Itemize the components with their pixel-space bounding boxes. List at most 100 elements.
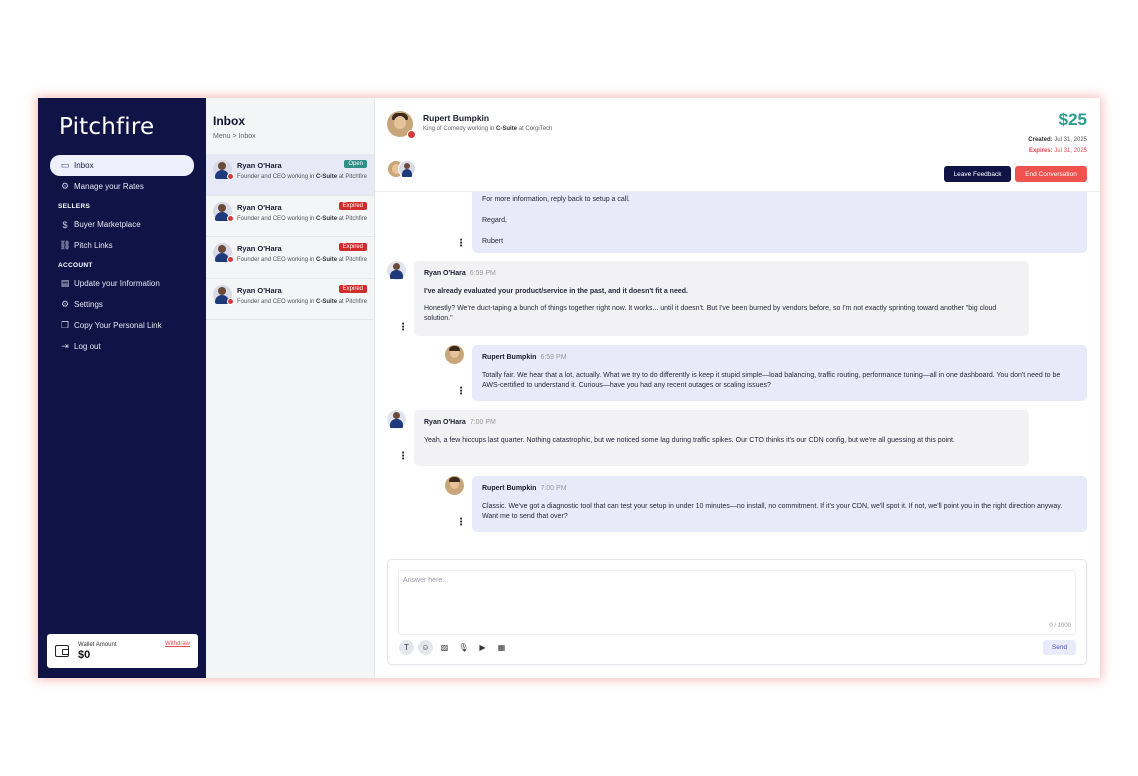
conversation-item[interactable]: Ryan O'Hara Founder and CEO working in C… bbox=[206, 154, 374, 196]
send-button[interactable]: Send bbox=[1043, 640, 1076, 655]
wallet-icon bbox=[55, 645, 69, 657]
video-icon[interactable]: ▶ bbox=[475, 640, 490, 655]
conversation-item[interactable]: Ryan O'Hara Founder and CEO working in C… bbox=[206, 196, 374, 237]
sidebar-item-label: Copy Your Personal Link bbox=[74, 321, 162, 330]
image-icon[interactable]: ▨ bbox=[437, 640, 452, 655]
message-options-button[interactable]: ⋮ bbox=[398, 323, 408, 333]
message-text: Yeah, a few hiccups last quarter. Nothin… bbox=[424, 437, 955, 444]
message-bubble: Rupert Bumpkin 7:00 PM Classic. We've got… bbox=[472, 476, 1087, 532]
leave-feedback-button[interactable]: Leave Feedback bbox=[944, 166, 1011, 182]
app-window: Pitchfire ▭ Inbox ⚙ Manage your Rates SE… bbox=[38, 98, 1100, 678]
emoji-icon[interactable]: ☺ bbox=[418, 640, 433, 655]
status-badge: Expired bbox=[338, 243, 367, 251]
contact-name: Rupert Bumpkin bbox=[423, 113, 490, 123]
sidebar-item-label: Log out bbox=[74, 342, 101, 351]
conversation-subtitle: Founder and CEO working in C-Suite at Pi… bbox=[237, 174, 368, 180]
sidebar-item-update-info[interactable]: ▤ Update your Information bbox=[50, 273, 194, 294]
sidebar-item-settings[interactable]: ⚙ Settings bbox=[50, 294, 194, 315]
sidebar-item-copy-link[interactable]: ❐ Copy Your Personal Link bbox=[50, 315, 194, 336]
message-meta: Ryan O'Hara 7:00 PM bbox=[424, 419, 496, 426]
message-text: Classic. We've got a diagnostic tool tha… bbox=[482, 503, 1063, 520]
message-list[interactable]: For more information, reply back to setu… bbox=[375, 192, 1100, 549]
wallet-card: Wallet Amount $0 Withdraw bbox=[47, 634, 198, 668]
dollar-icon: $ bbox=[62, 219, 68, 230]
chat-panel: Rupert Bumpkin King of Comedy working in… bbox=[375, 98, 1100, 678]
status-badge: Open bbox=[344, 160, 367, 168]
page-title: Inbox bbox=[213, 114, 245, 128]
message-bubble: For more information, reply back to setu… bbox=[472, 192, 1087, 253]
message-meta: Rupert Bumpkin 7:00 PM bbox=[482, 485, 567, 492]
avatar bbox=[387, 410, 406, 429]
message-bubble: Ryan O'Hara 6:59 PM I've already evaluate… bbox=[414, 261, 1029, 336]
message-text: Regard, bbox=[482, 217, 507, 224]
message-options-button[interactable]: ⋮ bbox=[456, 387, 466, 397]
withdraw-link[interactable]: Withdraw bbox=[165, 641, 190, 647]
section-account: ACCOUNT bbox=[58, 262, 93, 269]
sidebar-item-label: Settings bbox=[74, 300, 103, 309]
conversation-subtitle: Founder and CEO working in C-Suite at Pi… bbox=[237, 257, 368, 263]
sidebar-item-label: Inbox bbox=[74, 161, 94, 170]
expires-date: Expires: Jul 31, 2025 bbox=[1028, 148, 1087, 154]
avatar bbox=[398, 160, 416, 178]
conversation-item[interactable]: Ryan O'Hara Founder and CEO working in C… bbox=[206, 279, 374, 320]
avatar bbox=[213, 160, 234, 180]
conversation-item[interactable]: Ryan O'Hara Founder and CEO working in C… bbox=[206, 237, 374, 279]
message-text: Honestly? We're duct-taping a bunch of t… bbox=[424, 305, 997, 322]
sidebar-item-inbox[interactable]: ▭ Inbox bbox=[50, 155, 194, 176]
avatar bbox=[213, 201, 234, 222]
message-text: Rubert bbox=[482, 238, 504, 245]
inbox-panel: Inbox Menu > Inbox Ryan O'Hara Founder a… bbox=[206, 98, 375, 678]
message-options-button[interactable]: ⋮ bbox=[456, 239, 466, 249]
conversation-subtitle: Founder and CEO working in C-Suite at Pi… bbox=[237, 298, 368, 305]
created-date: Created: Jul 31, 2025 bbox=[1028, 137, 1087, 143]
breadcrumb: Menu > Inbox bbox=[213, 133, 256, 140]
message-meta: Rupert Bumpkin 6:59 PM bbox=[482, 354, 567, 361]
composer-toolbar: T ☺ ▨ 🎙 ▶ ▦ bbox=[399, 640, 513, 655]
status-badge: Expired bbox=[338, 284, 367, 293]
gear-icon: ⚙ bbox=[60, 299, 70, 309]
sidebar-item-label: Pitch Links bbox=[74, 241, 113, 250]
sidebar-item-pitch-links[interactable]: ⛓ Pitch Links bbox=[50, 235, 194, 256]
sidebar-item-manage-rates[interactable]: ⚙ Manage your Rates bbox=[50, 176, 194, 197]
contact-subtitle: King of Comedy working in C-Suite at Cor… bbox=[423, 126, 553, 132]
wallet-text: Wallet Amount $0 bbox=[78, 642, 165, 661]
avatar bbox=[445, 476, 464, 495]
message-options-button[interactable]: ⋮ bbox=[456, 518, 466, 528]
link-icon: ⛓ bbox=[59, 240, 71, 250]
sidebar-item-label: Update your Information bbox=[74, 279, 160, 288]
end-conversation-button[interactable]: End Conversation bbox=[1015, 166, 1087, 182]
message-text: Totally fair. We hear that a lot, actual… bbox=[482, 372, 1061, 389]
avatar bbox=[387, 111, 416, 139]
logout-icon: ⇥ bbox=[61, 341, 69, 351]
wallet-amount: $0 bbox=[78, 648, 91, 661]
message-options-button[interactable]: ⋮ bbox=[398, 452, 408, 462]
participants-avatars bbox=[387, 160, 421, 178]
gear-icon: ⚙ bbox=[60, 181, 70, 191]
wallet-label: Wallet Amount bbox=[78, 641, 117, 648]
avatar bbox=[213, 243, 234, 263]
sidebar-item-logout[interactable]: ⇥ Log out bbox=[50, 336, 194, 357]
avatar bbox=[213, 284, 234, 305]
logo: Pitchfire bbox=[59, 114, 155, 140]
message-bubble: Rupert Bumpkin 6:59 PM Totally fair. We h… bbox=[472, 345, 1087, 401]
status-badge: Expired bbox=[338, 201, 367, 210]
sidebar-item-buyer-marketplace[interactable]: $ Buyer Marketplace bbox=[50, 214, 194, 235]
sidebar-item-label: Buyer Marketplace bbox=[74, 220, 141, 229]
character-counter: 0 / 1000 bbox=[1049, 623, 1071, 629]
microphone-icon[interactable]: 🎙 bbox=[456, 640, 471, 655]
message-meta: Ryan O'Hara 6:59 PM bbox=[424, 270, 496, 277]
avatar bbox=[387, 261, 406, 280]
copy-icon: ❐ bbox=[60, 320, 70, 330]
answer-input[interactable] bbox=[398, 570, 1076, 635]
conversation-subtitle: Founder and CEO working in C-Suite at Pi… bbox=[237, 215, 368, 222]
section-sellers: SELLERS bbox=[58, 203, 91, 210]
message-bubble: Ryan O'Hara 7:00 PM Yeah, a few hiccups l… bbox=[414, 410, 1029, 466]
message-text: For more information, reply back to setu… bbox=[482, 196, 630, 203]
calendar-icon[interactable]: ▦ bbox=[494, 640, 509, 655]
message-composer: 0 / 1000 T ☺ ▨ 🎙 ▶ ▦ Send bbox=[387, 559, 1087, 665]
text-format-icon[interactable]: T bbox=[399, 640, 414, 655]
message-text: I've already evaluated your product/serv… bbox=[424, 288, 688, 295]
sidebar-item-label: Manage your Rates bbox=[74, 182, 144, 191]
price: $25 bbox=[1058, 110, 1087, 129]
avatar bbox=[445, 345, 464, 364]
